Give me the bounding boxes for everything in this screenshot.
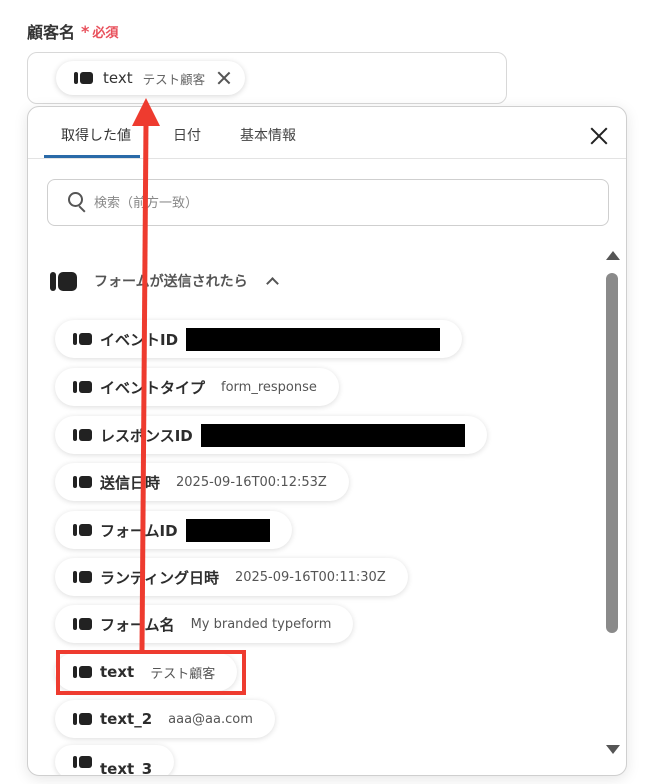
typeform-icon xyxy=(73,571,92,583)
customer-name-label: 顧客名 * 必須 xyxy=(27,19,118,43)
list-item[interactable]: ランディング日時 2025-09-16T00:11:30Z xyxy=(55,558,408,596)
typeform-icon xyxy=(73,429,92,441)
list-item[interactable]: レスポンスID xyxy=(55,416,487,454)
item-key: text_2 xyxy=(100,710,153,728)
typeform-icon xyxy=(73,524,92,536)
item-key: ランディング日時 xyxy=(100,568,219,587)
list-item[interactable]: イベントID xyxy=(55,320,463,358)
typeform-icon xyxy=(73,476,92,488)
list-item[interactable]: 送信日時 2025-09-16T00:12:53Z xyxy=(55,463,349,501)
scroll-thumb[interactable] xyxy=(606,273,618,633)
required-star: * xyxy=(81,21,90,41)
list-item[interactable]: フォーム名 My branded typeform xyxy=(55,605,354,643)
item-key: フォームID xyxy=(100,521,178,540)
scrollbar[interactable] xyxy=(602,247,622,767)
item-key: イベントID xyxy=(100,330,179,349)
typeform-icon xyxy=(73,333,92,345)
typeform-icon xyxy=(74,72,93,84)
item-key: フォーム名 xyxy=(100,615,175,634)
scroll-down-icon[interactable] xyxy=(606,745,620,754)
item-key: 送信日時 xyxy=(100,473,161,492)
item-value: form_response xyxy=(221,379,317,395)
typeform-icon xyxy=(73,756,92,768)
customer-name-field[interactable]: text テスト顧客 xyxy=(27,52,507,104)
item-value: aaa@aa.com xyxy=(168,711,253,727)
field-label-text: 顧客名 xyxy=(27,23,76,42)
value-picker-popup: 取得した値 日付 基本情報 フォームが送信されたら イベントID イベントタイプ… xyxy=(27,106,627,776)
typeform-icon xyxy=(73,381,92,393)
typeform-icon xyxy=(73,618,92,630)
item-key: イベントタイプ xyxy=(100,378,206,397)
list-item[interactable]: text_2 aaa@aa.com xyxy=(55,700,275,738)
item-key: text_3 xyxy=(100,760,153,776)
selected-chip-key: text xyxy=(103,69,133,87)
selected-value-chip[interactable]: text テスト顧客 xyxy=(56,61,246,95)
required-text: 必須 xyxy=(92,25,119,41)
highlight-annotation xyxy=(56,650,246,695)
item-value: My branded typeform xyxy=(190,616,332,632)
list-item[interactable]: text_3 xyxy=(55,745,175,776)
remove-chip-icon[interactable] xyxy=(217,71,231,85)
item-value: 2025-09-16T00:12:53Z xyxy=(176,474,327,490)
item-key: レスポンスID xyxy=(100,426,193,445)
list-item[interactable]: イベントタイプ form_response xyxy=(55,368,339,406)
redacted-value xyxy=(185,518,270,542)
scroll-up-icon[interactable] xyxy=(606,251,620,260)
list-item[interactable]: フォームID xyxy=(55,511,292,549)
selected-chip-value: テスト顧客 xyxy=(142,71,206,87)
item-value: 2025-09-16T00:11:30Z xyxy=(234,569,386,585)
redacted-value xyxy=(200,423,465,447)
typeform-icon xyxy=(73,713,92,725)
redacted-value xyxy=(186,327,441,351)
